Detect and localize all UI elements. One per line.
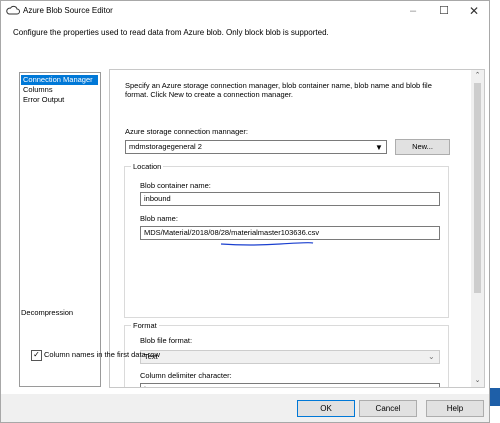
blob-file-format-label: Blob file format: bbox=[140, 336, 193, 345]
connection-manager-label: Azure storage connection mannager: bbox=[125, 127, 248, 136]
dialog-footer: OK Cancel Help bbox=[1, 394, 489, 422]
ok-button[interactable]: OK bbox=[297, 400, 355, 417]
blob-file-format-select[interactable]: Text bbox=[140, 350, 440, 364]
maximize-button[interactable]: ☐ bbox=[429, 1, 459, 21]
azure-blob-source-editor-dialog: Azure Blob Source Editor – ☐ ✕ Configure… bbox=[0, 0, 490, 423]
cancel-button[interactable]: Cancel bbox=[359, 400, 417, 417]
chevron-down-icon[interactable]: ⌄ bbox=[428, 350, 435, 364]
content-scrollbar[interactable]: ⌃ ⌄ bbox=[471, 70, 484, 387]
annotation-underline bbox=[220, 242, 314, 246]
nav-item-connection-manager[interactable]: Connection Manager bbox=[21, 75, 98, 85]
title-bar[interactable]: Azure Blob Source Editor – ☐ ✕ bbox=[1, 1, 489, 21]
scroll-up-arrow-icon[interactable]: ⌃ bbox=[471, 70, 484, 82]
minimize-button[interactable]: – bbox=[398, 1, 428, 21]
connection-manager-combobox[interactable]: mdmstoragegeneral 2 bbox=[125, 140, 387, 154]
chevron-down-icon[interactable]: ▼ bbox=[372, 140, 387, 154]
scroll-down-arrow-icon[interactable]: ⌄ bbox=[471, 375, 484, 387]
close-button[interactable]: ✕ bbox=[459, 1, 489, 21]
delimiter-input[interactable]: | bbox=[140, 383, 440, 387]
content-panel: Specify an Azure storage connection mana… bbox=[109, 69, 485, 388]
dialog-description: Configure the properties used to read da… bbox=[13, 28, 329, 37]
location-group-title: Location bbox=[131, 162, 164, 171]
nav-item-columns[interactable]: Columns bbox=[21, 85, 53, 95]
intro-text: Specify an Azure storage connection mana… bbox=[125, 81, 432, 99]
help-button[interactable]: Help bbox=[426, 400, 484, 417]
cloud-icon bbox=[6, 5, 20, 15]
blob-name-input[interactable]: MDS/Material/2018/08/28/materialmaster10… bbox=[140, 226, 440, 240]
container-name-label: Blob container name: bbox=[140, 181, 211, 190]
check-icon: ✓ bbox=[33, 350, 40, 359]
column-names-label: Column names in the first data row bbox=[44, 350, 160, 359]
column-names-checkbox[interactable]: ✓ bbox=[31, 350, 42, 361]
scroll-thumb[interactable] bbox=[474, 83, 481, 293]
window-title: Azure Blob Source Editor bbox=[23, 6, 113, 15]
delimiter-label: Column delimiter character: bbox=[140, 371, 232, 380]
format-group-title: Format bbox=[131, 321, 159, 330]
blob-name-label: Blob name: bbox=[140, 214, 178, 223]
page-navigation-list: Connection Manager Columns Error Output bbox=[19, 72, 101, 387]
decompression-group-title: Decompression bbox=[21, 308, 74, 317]
new-connection-button[interactable]: New... bbox=[395, 139, 450, 155]
nav-item-error-output[interactable]: Error Output bbox=[21, 95, 64, 105]
container-name-input[interactable]: inbound bbox=[140, 192, 440, 206]
